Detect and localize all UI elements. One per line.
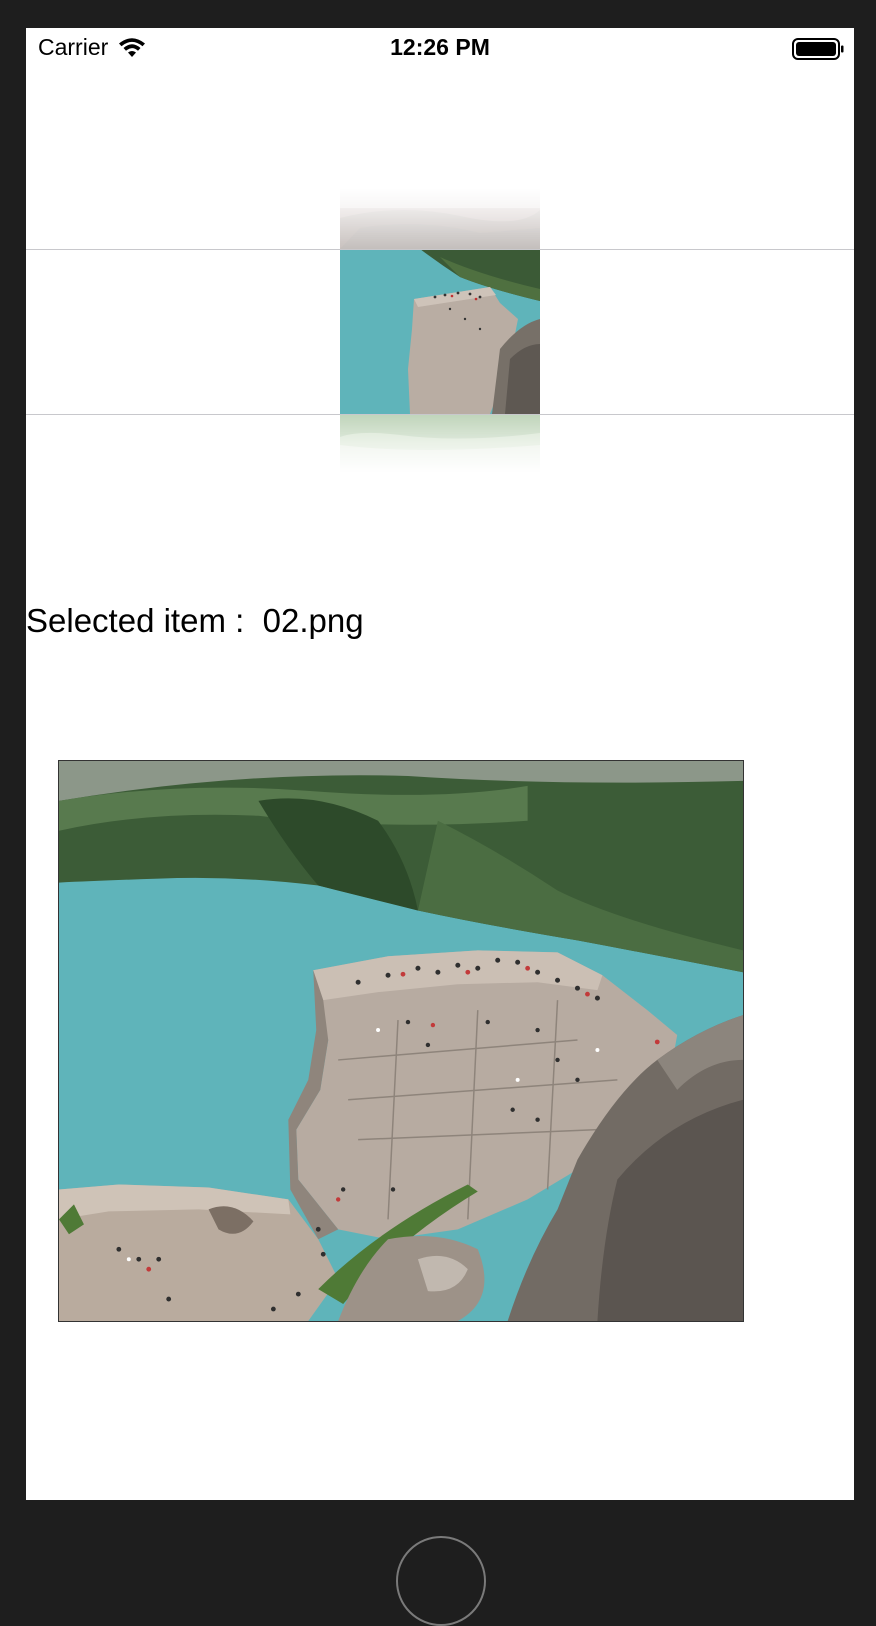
picker-item-previous[interactable] <box>340 188 540 249</box>
app-screen: Carrier 12:26 PM Selected item: 02.png <box>26 28 854 1500</box>
picker-selection-top-line <box>26 249 854 250</box>
home-button[interactable] <box>396 1536 486 1626</box>
selected-image-preview <box>58 760 744 1322</box>
selected-item-label: Selected item : 02.png <box>26 602 364 639</box>
image-picker[interactable] <box>26 188 854 473</box>
status-bar: Carrier 12:26 PM <box>26 28 854 70</box>
battery-icon <box>792 38 844 60</box>
picker-item-next[interactable] <box>340 415 540 473</box>
clock: 12:26 PM <box>390 34 490 60</box>
picker-item-selected[interactable] <box>340 249 540 414</box>
picker-selection-bottom-line <box>26 414 854 415</box>
